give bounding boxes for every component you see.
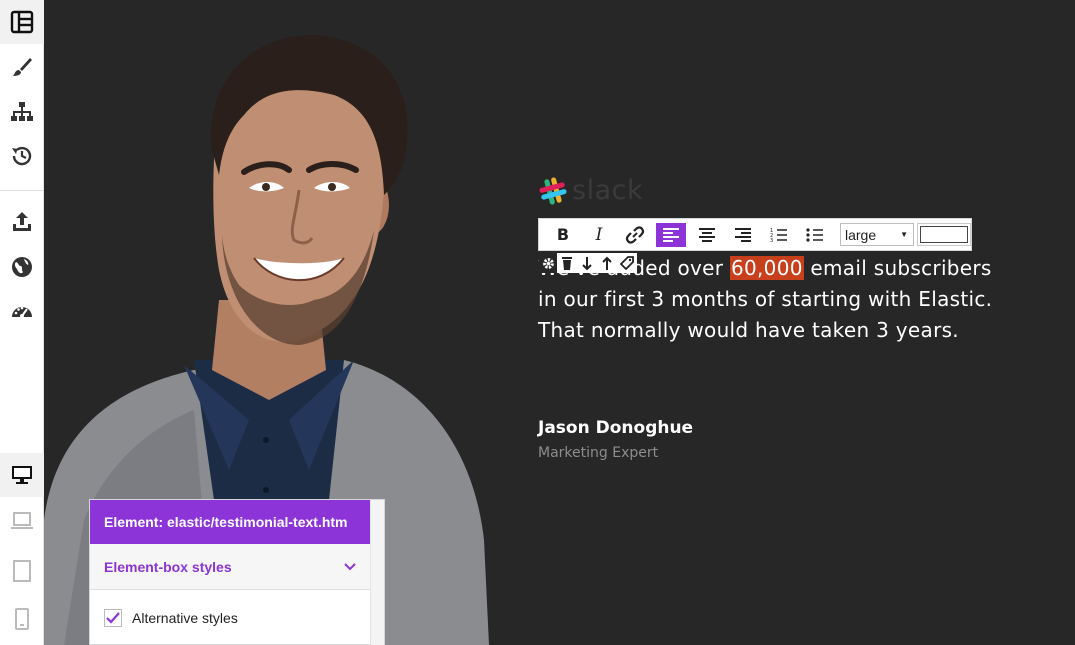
export-icon (13, 212, 31, 231)
move-up-icon (602, 256, 612, 270)
move-up-button[interactable] (597, 253, 617, 273)
unordered-list-icon (806, 227, 823, 242)
element-style-panel: Element: elastic/testimonial-text.htm El… (89, 499, 385, 645)
phone-view-button[interactable] (0, 597, 44, 641)
layout-button[interactable] (0, 0, 44, 44)
alternative-styles-checkbox[interactable] (104, 609, 122, 627)
gear-icon (542, 257, 554, 269)
panel-scrollbar[interactable] (370, 500, 384, 645)
layout-icon (10, 10, 34, 34)
globe-icon (12, 257, 32, 277)
duplicate-element-button[interactable] (617, 253, 637, 273)
desktop-view-button[interactable] (0, 453, 44, 497)
text-color-picker[interactable] (920, 226, 968, 243)
desktop-icon (12, 466, 32, 484)
dashboard-icon (12, 306, 32, 318)
font-size-select[interactable]: large ▼ (840, 223, 914, 246)
testimonial-author: Jason Donoghue (538, 418, 694, 438)
sidebar (0, 0, 44, 645)
phone-icon (15, 608, 29, 630)
logo-text: slack (572, 175, 644, 206)
font-size-value: large (845, 226, 877, 243)
align-center-button[interactable] (692, 223, 722, 247)
element-box-styles-section[interactable]: Element-box styles (90, 544, 370, 590)
align-right-button[interactable] (728, 223, 758, 247)
tablet-icon (13, 560, 31, 582)
delete-element-button[interactable] (557, 253, 577, 273)
dropdown-arrow-icon: ▼ (900, 230, 908, 239)
sitemap-icon (11, 102, 33, 121)
chevron-down-icon (344, 562, 356, 570)
align-left-icon (663, 227, 679, 242)
performance-button[interactable] (0, 290, 44, 334)
panel-title: Element: elastic/testimonial-text.htm (90, 500, 370, 544)
bold-button[interactable]: B (548, 223, 578, 247)
trash-icon (562, 256, 572, 270)
ordered-list-icon: 123 (770, 228, 787, 244)
italic-button[interactable]: I (584, 223, 614, 247)
testimonial-role: Marketing Expert (538, 445, 659, 461)
align-center-icon (699, 227, 715, 242)
move-down-button[interactable] (577, 253, 597, 273)
design-button[interactable] (0, 45, 44, 89)
alternative-styles-option[interactable]: Alternative styles (90, 590, 370, 645)
tablet-view-button[interactable] (0, 549, 44, 593)
slack-logo-icon (539, 176, 567, 205)
option-label: Alternative styles (132, 610, 238, 626)
link-icon (625, 225, 645, 244)
tag-icon (620, 255, 634, 270)
quote-highlight: 60,000 (729, 256, 804, 280)
svg-text:3: 3 (770, 238, 773, 244)
history-button[interactable] (0, 134, 44, 178)
ordered-list-button[interactable]: 123 (764, 223, 794, 247)
history-icon (12, 146, 32, 166)
brand-logo: slack (538, 175, 643, 206)
structure-button[interactable] (0, 90, 44, 134)
publish-button[interactable] (0, 245, 44, 289)
align-left-button[interactable] (656, 222, 686, 247)
checkmark-icon (106, 612, 120, 624)
section-label: Element-box styles (104, 558, 232, 575)
element-mini-toolbar (539, 253, 637, 273)
text-editor-toolbar: B I 123 large ▼ (538, 218, 972, 251)
align-right-icon (735, 227, 751, 242)
export-button[interactable] (0, 200, 44, 244)
paintbrush-icon (13, 58, 32, 76)
laptop-icon (11, 512, 33, 529)
unordered-list-button[interactable] (800, 223, 830, 247)
laptop-view-button[interactable] (0, 499, 44, 543)
element-settings-button[interactable] (539, 253, 557, 273)
move-down-icon (582, 256, 592, 270)
link-button[interactable] (620, 223, 650, 247)
